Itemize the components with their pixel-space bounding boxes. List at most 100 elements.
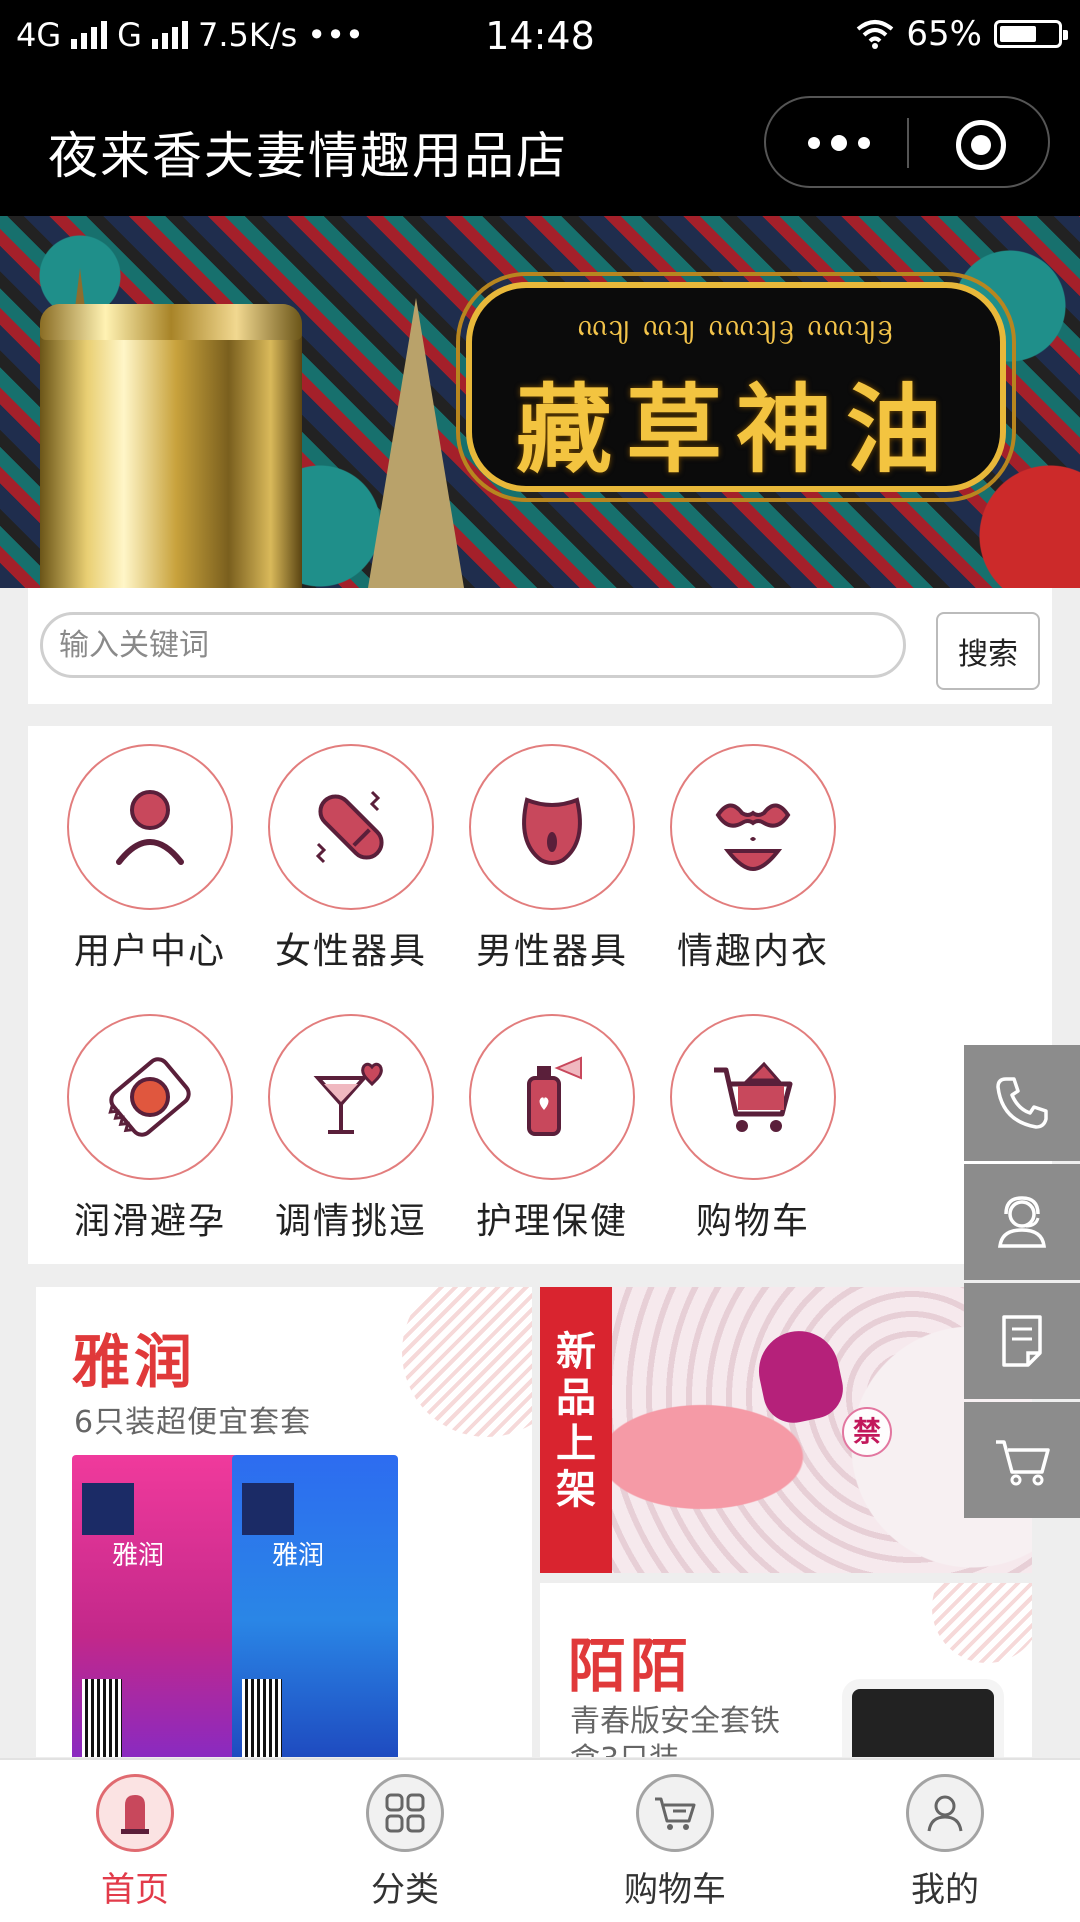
category-male-toys[interactable]: 男性器具 — [452, 744, 652, 974]
call-button[interactable] — [964, 1045, 1080, 1161]
censor-badge: 禁 — [842, 1407, 892, 1457]
box-logo — [242, 1483, 294, 1535]
category-user-center[interactable]: 用户中心 — [50, 744, 250, 974]
vibrator-icon — [315, 790, 384, 864]
new-arrival-tag-char: 架 — [556, 1467, 596, 1513]
promo-brand: 雅润 — [72, 1328, 197, 1396]
category-grid: 用户中心 女性器具 男性器具 情趣内衣 润滑避孕 调情挑逗 护理保健 购物车 — [28, 726, 1052, 1264]
close-mini-program-icon[interactable] — [956, 120, 1006, 170]
banner-heading: 藏草神油 — [516, 373, 956, 486]
category-label: 女性器具 — [274, 931, 427, 972]
user-icon — [116, 790, 184, 865]
banner-carousel[interactable]: ᦶᦻ ᦶᦻ ᦵᦶᦻᦃ ᦵᦶᦻᦃ 藏草神油 — [0, 216, 1080, 588]
cart-icon — [655, 1797, 696, 1830]
barcode — [242, 1679, 282, 1757]
battery-level — [1000, 26, 1037, 42]
category-lubricant-contraception[interactable]: 润滑避孕 — [50, 1014, 250, 1244]
tab-cart[interactable]: 购物车 — [575, 1774, 775, 1911]
product-box-blue: 雅润 — [232, 1455, 398, 1757]
cocktail-icon — [313, 1062, 383, 1134]
category-label: 用户中心 — [73, 931, 226, 972]
title-bar: 夜来香夫妻情趣用品店 — [0, 76, 1080, 216]
mini-program-capsule — [764, 96, 1050, 188]
tab-category[interactable]: 分类 — [305, 1774, 505, 1911]
search-card: 搜索 — [28, 588, 1052, 704]
tab-label: 首页 — [101, 1870, 169, 1910]
category-label: 购物车 — [695, 1201, 810, 1242]
category-cart[interactable]: 购物车 — [653, 1014, 853, 1244]
category-icon-circle — [268, 744, 434, 910]
category-icon-circle — [670, 744, 836, 910]
wifi-icon — [857, 20, 894, 49]
tab-icon-circle — [366, 1774, 444, 1852]
capsule-divider — [907, 118, 909, 168]
orders-button[interactable] — [964, 1283, 1080, 1399]
category-female-toys[interactable]: 女性器具 — [251, 744, 451, 974]
home-icon — [121, 1795, 149, 1834]
category-icon-circle — [469, 1014, 635, 1180]
tab-me[interactable]: 我的 — [845, 1774, 1045, 1911]
category-flirt[interactable]: 调情挑逗 — [251, 1014, 451, 1244]
spray-icon — [527, 1056, 582, 1136]
product-tin — [842, 1679, 1004, 1757]
battery-icon — [994, 20, 1068, 48]
category-care[interactable]: 护理保健 — [452, 1014, 652, 1244]
decorative-stripes — [932, 1583, 1032, 1663]
more-icon[interactable] — [808, 120, 870, 166]
promo-description: 6只装超便宜套套 — [74, 1405, 312, 1440]
category-icon-circle — [268, 1014, 434, 1180]
cart-icon — [996, 1440, 1050, 1486]
promo-description: 青春版安全套铁盒3只装 — [570, 1704, 780, 1757]
box-logo — [82, 1483, 134, 1535]
banner-product-jar — [40, 304, 302, 588]
side-float-toolbar — [964, 1045, 1080, 1521]
tab-label: 分类 — [371, 1870, 439, 1910]
new-arrival-tag-char: 品 — [556, 1375, 596, 1421]
promo-momo[interactable]: 陌陌 青春版安全套铁盒3只装 — [540, 1583, 1032, 1757]
phone-icon — [996, 1077, 1048, 1129]
order-icon — [1002, 1315, 1042, 1367]
new-arrival-tag-char: 上 — [556, 1421, 596, 1467]
status-bar: 4G G 7.5K/s ••• 14:48 65% — [0, 0, 1080, 76]
category-icon-circle — [67, 1014, 233, 1180]
category-label: 润滑避孕 — [73, 1201, 226, 1242]
banner-plaque: ᦶᦻ ᦶᦻ ᦵᦶᦻᦃ ᦵᦶᦻᦃ 藏草神油 — [456, 272, 1016, 502]
box-name: 雅润 — [272, 1541, 325, 1571]
category-label: 男性器具 — [475, 931, 628, 972]
product-box-pink: 雅润 — [72, 1455, 238, 1757]
category-label: 情趣内衣 — [676, 931, 829, 972]
search-input[interactable] — [40, 612, 906, 678]
promo-new-arrivals[interactable]: 新品上架 禁 — [540, 1287, 1032, 1573]
tab-icon-circle — [906, 1774, 984, 1852]
category-label: 护理保健 — [475, 1201, 628, 1242]
customer-service-button[interactable] — [964, 1164, 1080, 1280]
category-icon-circle — [469, 744, 635, 910]
banner-subtitle: ᦶᦻ ᦶᦻ ᦵᦶᦻᦃ ᦵᦶᦻᦃ — [577, 308, 895, 343]
category-label: 调情挑逗 — [274, 1201, 427, 1242]
category-icon-circle — [67, 744, 233, 910]
page-title: 夜来香夫妻情趣用品店 — [48, 127, 568, 185]
new-arrival-tag-char: 新 — [556, 1329, 596, 1375]
promo-yarun[interactable]: 雅润 6只装超便宜套套 雅润 雅润 — [36, 1287, 532, 1757]
grid-icon — [385, 1793, 425, 1833]
male-toy-icon — [522, 797, 582, 865]
tab-icon-circle — [636, 1774, 714, 1852]
cart-icon — [714, 1061, 793, 1132]
customer-service-icon — [998, 1196, 1046, 1248]
lingerie-icon — [715, 803, 791, 872]
bottom-tab-bar: 首页 分类 购物车 我的 — [0, 1758, 1080, 1922]
box-name: 雅润 — [112, 1541, 165, 1571]
tab-label: 购物车 — [624, 1870, 726, 1910]
side-cart-button[interactable] — [964, 1402, 1080, 1518]
product-toy — [751, 1323, 849, 1429]
status-right: 65% — [856, 14, 1068, 54]
condom-icon — [108, 1057, 191, 1137]
category-lingerie[interactable]: 情趣内衣 — [653, 744, 853, 974]
tab-icon-circle — [96, 1774, 174, 1852]
battery-percent: 65% — [906, 14, 982, 54]
banner-tower-mid — [368, 298, 464, 588]
search-button[interactable]: 搜索 — [936, 612, 1040, 690]
new-arrival-tag: 新品上架 — [540, 1287, 612, 1573]
tab-home[interactable]: 首页 — [35, 1774, 235, 1911]
promo-brand: 陌陌 — [568, 1632, 693, 1700]
